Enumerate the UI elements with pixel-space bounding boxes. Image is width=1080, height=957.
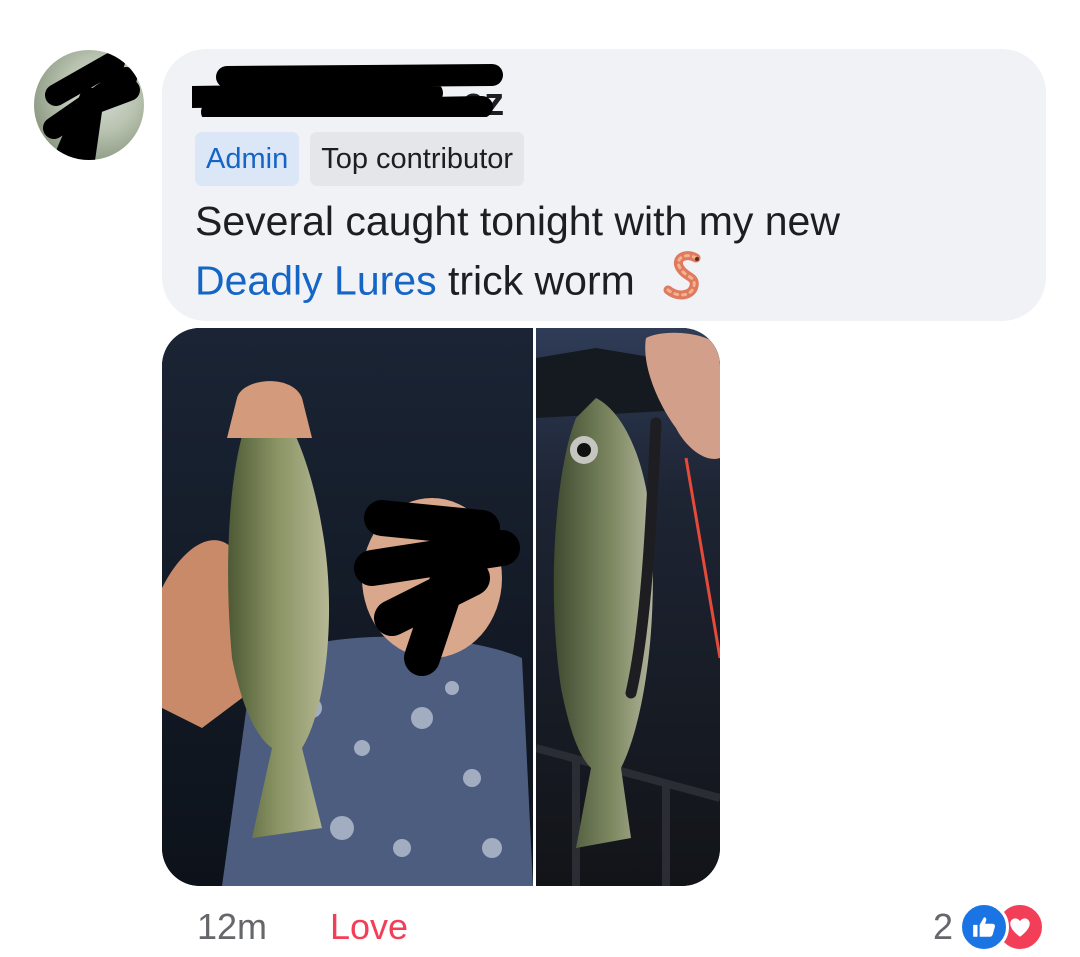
- admin-badge: Admin: [195, 132, 300, 186]
- author-name[interactable]: ez: [192, 57, 514, 117]
- comment-text: Several caught tonight with my new Deadl…: [195, 193, 1015, 317]
- name-redaction: ez: [192, 64, 504, 117]
- comment-text-line1: Several caught tonight with my new: [195, 198, 840, 244]
- avatar-redaction: [43, 51, 140, 160]
- top-contributor-badge: Top contributor: [310, 132, 525, 186]
- comment-timestamp[interactable]: 12m: [197, 906, 267, 948]
- love-reaction-button[interactable]: Love: [330, 906, 408, 948]
- reaction-summary[interactable]: 2: [933, 902, 1045, 952]
- photo-right[interactable]: [534, 328, 720, 886]
- badge-row: Admin Top contributor: [195, 132, 525, 186]
- reaction-count: 2: [932, 906, 953, 947]
- photo-attachment[interactable]: [162, 328, 720, 886]
- worm-emoji-icon: [656, 250, 708, 317]
- photo-left[interactable]: [162, 328, 533, 886]
- comment-text-tail: trick worm: [447, 257, 635, 304]
- comment-bubble: ez Admin Top contributor Several caught …: [162, 49, 1046, 321]
- like-icon: [959, 902, 1009, 952]
- deadly-lures-link[interactable]: Deadly Lures: [195, 257, 437, 303]
- avatar[interactable]: [34, 50, 144, 160]
